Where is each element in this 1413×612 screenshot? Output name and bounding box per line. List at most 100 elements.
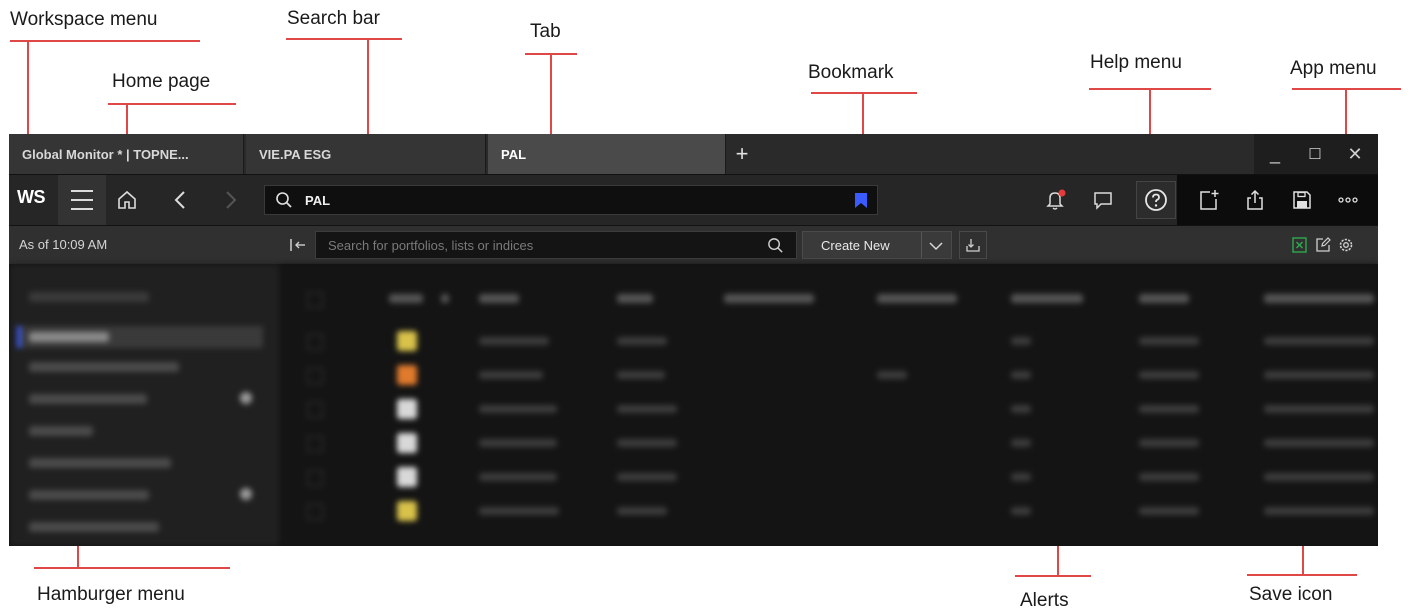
select-all-checkbox[interactable] (307, 292, 323, 308)
cell (1139, 371, 1199, 379)
workspace-menu-button[interactable]: WS (17, 187, 46, 208)
cell (617, 371, 665, 379)
collapse-panel-icon[interactable] (289, 237, 307, 253)
column-header[interactable] (389, 294, 423, 303)
annotation-help-menu: Help menu (1090, 52, 1182, 73)
main-search-bar[interactable]: PAL (264, 185, 878, 215)
sidebar-item[interactable] (29, 522, 159, 532)
annotation-underline (1247, 574, 1357, 576)
type-indicator (397, 433, 417, 453)
search-placeholder: Search for portfolios, lists or indices (328, 238, 534, 253)
annotation-underline (34, 567, 230, 569)
type-indicator (397, 467, 417, 487)
tab-pal[interactable]: PAL (488, 134, 726, 174)
table-row[interactable] (279, 392, 1378, 426)
annotation-underline (10, 40, 200, 42)
chat-button[interactable] (1088, 185, 1118, 215)
column-header[interactable] (1264, 294, 1374, 303)
annotation-app-menu: App menu (1290, 58, 1377, 79)
minimize-button[interactable]: _ (1256, 134, 1294, 174)
cell (1011, 337, 1031, 345)
cell (1139, 337, 1199, 345)
table-row[interactable] (279, 358, 1378, 392)
hamburger-menu-button[interactable] (58, 175, 106, 225)
tab-vie-pa-esg[interactable]: VIE.PA ESG (246, 134, 486, 174)
table-row[interactable] (279, 324, 1378, 358)
cell (1264, 439, 1374, 447)
cell (479, 371, 543, 379)
cell (1139, 405, 1199, 413)
row-checkbox[interactable] (307, 470, 323, 486)
tab-global-monitor[interactable]: Global Monitor * | TOPNE... (9, 134, 244, 174)
home-icon (118, 190, 136, 209)
excel-export-icon[interactable] (1292, 237, 1307, 253)
alerts-button[interactable] (1040, 185, 1070, 215)
blurred-content-area (9, 264, 1378, 546)
hamburger-icon (71, 190, 93, 210)
back-button[interactable] (166, 185, 196, 215)
table-row[interactable] (279, 460, 1378, 494)
annotation-underline (811, 92, 917, 94)
cell (617, 439, 677, 447)
portfolio-sidebar (9, 264, 279, 546)
forward-icon (226, 191, 237, 209)
sidebar-item[interactable] (29, 394, 147, 404)
sidebar-item (29, 332, 109, 342)
edit-icon[interactable] (1315, 237, 1331, 253)
portfolio-toolbar: As of 10:09 AM Search for portfolios, li… (9, 226, 1378, 264)
bookmark-icon[interactable] (854, 192, 868, 209)
sidebar-item[interactable] (29, 490, 149, 500)
type-indicator (397, 331, 417, 351)
search-icon[interactable] (767, 237, 784, 254)
forward-button[interactable] (215, 185, 245, 215)
search-value: PAL (305, 193, 331, 208)
save-button[interactable] (1287, 185, 1317, 215)
add-tab-button[interactable]: + (731, 134, 753, 174)
maximize-button[interactable]: ☐ (1296, 134, 1334, 174)
divider (921, 232, 922, 258)
row-checkbox[interactable] (307, 368, 323, 384)
save-icon (1293, 191, 1311, 209)
new-window-button[interactable] (1194, 185, 1224, 215)
cell (1264, 507, 1374, 515)
help-menu-button[interactable] (1136, 181, 1176, 219)
more-icon (1338, 197, 1358, 203)
gear-icon[interactable] (1338, 237, 1354, 253)
cell (1139, 473, 1199, 481)
sidebar-item[interactable] (29, 362, 179, 372)
create-new-label: Create New (821, 238, 890, 253)
sidebar-item[interactable] (29, 458, 171, 468)
annotation-search-bar: Search bar (287, 8, 380, 29)
annotation-workspace-menu: Workspace menu (10, 9, 158, 30)
share-button[interactable] (1240, 185, 1270, 215)
column-header[interactable] (1139, 294, 1189, 303)
table-row[interactable] (279, 494, 1378, 528)
column-header[interactable] (724, 294, 814, 303)
cell (479, 439, 557, 447)
cell (479, 337, 549, 345)
column-header[interactable] (877, 294, 957, 303)
sidebar-item[interactable] (29, 426, 93, 436)
row-checkbox[interactable] (307, 402, 323, 418)
app-menu-button[interactable] (1333, 185, 1363, 215)
annotation-alerts: Alerts (1020, 590, 1069, 611)
column-header[interactable] (1011, 294, 1083, 303)
row-checkbox[interactable] (307, 334, 323, 350)
table-row[interactable] (279, 426, 1378, 460)
row-checkbox[interactable] (307, 504, 323, 520)
column-header[interactable] (479, 294, 519, 303)
tab-bar: Global Monitor * | TOPNE... VIE.PA ESG P… (9, 134, 1378, 175)
column-header[interactable] (617, 294, 653, 303)
import-button[interactable] (959, 231, 987, 259)
main-toolbar: WS PAL (9, 175, 1378, 225)
cell (1011, 439, 1031, 447)
row-checkbox[interactable] (307, 436, 323, 452)
home-button[interactable] (112, 185, 142, 215)
help-icon (1145, 189, 1167, 211)
portfolio-search-input[interactable]: Search for portfolios, lists or indices (315, 231, 797, 259)
column-header[interactable] (441, 294, 449, 303)
create-new-button[interactable]: Create New (802, 231, 952, 259)
cell (617, 507, 667, 515)
close-button[interactable]: ✕ (1336, 134, 1374, 174)
chevron-down-icon[interactable] (927, 239, 945, 253)
